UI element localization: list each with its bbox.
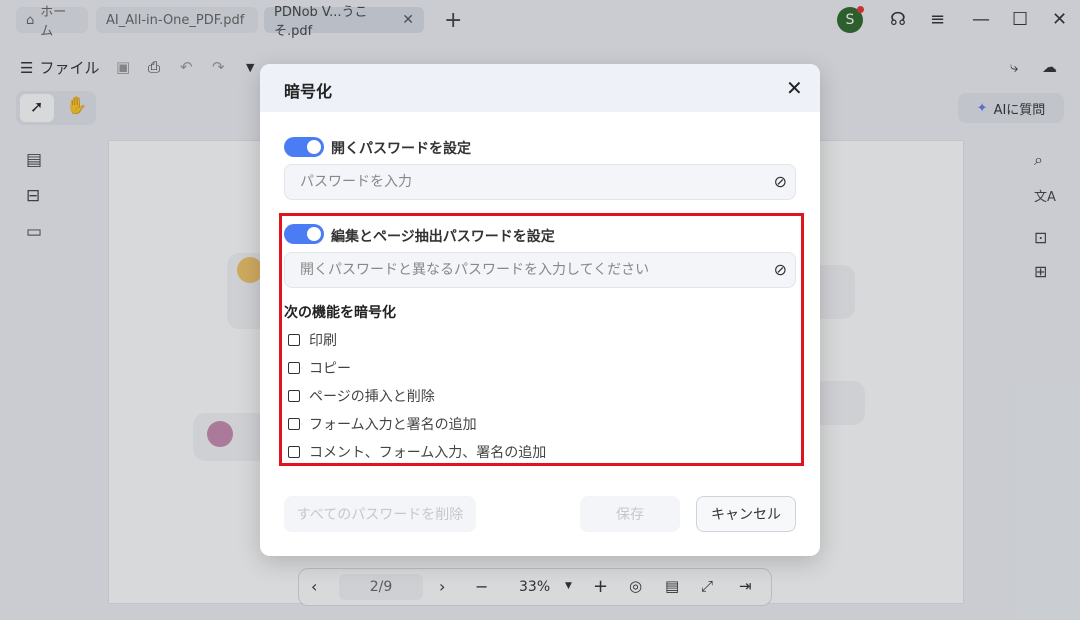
edit-password-label: 編集とページ抽出パスワードを設定 <box>331 229 555 245</box>
checkbox[interactable] <box>288 390 300 402</box>
open-password-placeholder: パスワードを入力 <box>300 174 412 190</box>
checkbox[interactable] <box>288 418 300 430</box>
edit-password-toggle[interactable] <box>284 224 324 244</box>
dialog-header: 暗号化 ✕ <box>260 64 820 112</box>
open-password-label: 開くパスワードを設定 <box>331 141 471 157</box>
permission-comment-form-sign[interactable]: コメント、フォーム入力、署名の追加 <box>288 442 546 462</box>
checkbox[interactable] <box>288 446 300 458</box>
close-icon[interactable]: ✕ <box>786 76 803 100</box>
permission-print[interactable]: 印刷 <box>288 330 337 350</box>
delete-all-passwords-button[interactable]: すべてのパスワードを削除 <box>284 496 476 532</box>
eye-off-icon[interactable]: ⊘ <box>774 165 787 199</box>
open-password-field[interactable]: パスワードを入力 ⊘ <box>284 164 796 200</box>
dialog-title: 暗号化 <box>284 82 333 101</box>
permission-insert-delete-pages[interactable]: ページの挿入と削除 <box>288 386 435 406</box>
permission-label: ページの挿入と削除 <box>309 389 435 405</box>
checkbox[interactable] <box>288 362 300 374</box>
permission-label: コピー <box>309 361 351 377</box>
permission-label: 印刷 <box>309 333 337 349</box>
edit-password-field[interactable]: 開くパスワードと異なるパスワードを入力してください ⊘ <box>284 252 796 288</box>
edit-password-placeholder: 開くパスワードと異なるパスワードを入力してください <box>300 262 650 278</box>
encrypt-section-title: 次の機能を暗号化 <box>284 305 396 321</box>
permission-form-fill-sign[interactable]: フォーム入力と署名の追加 <box>288 414 477 434</box>
save-button[interactable]: 保存 <box>580 496 680 532</box>
eye-off-icon[interactable]: ⊘ <box>774 253 787 287</box>
cancel-button[interactable]: キャンセル <box>696 496 796 532</box>
checkbox[interactable] <box>288 334 300 346</box>
permission-label: フォーム入力と署名の追加 <box>309 417 477 433</box>
permission-label: コメント、フォーム入力、署名の追加 <box>309 445 547 461</box>
encryption-dialog: 暗号化 ✕ 開くパスワードを設定 パスワードを入力 ⊘ 編集とページ抽出パスワー… <box>260 64 820 556</box>
permission-copy[interactable]: コピー <box>288 358 351 378</box>
open-password-toggle[interactable] <box>284 137 324 157</box>
